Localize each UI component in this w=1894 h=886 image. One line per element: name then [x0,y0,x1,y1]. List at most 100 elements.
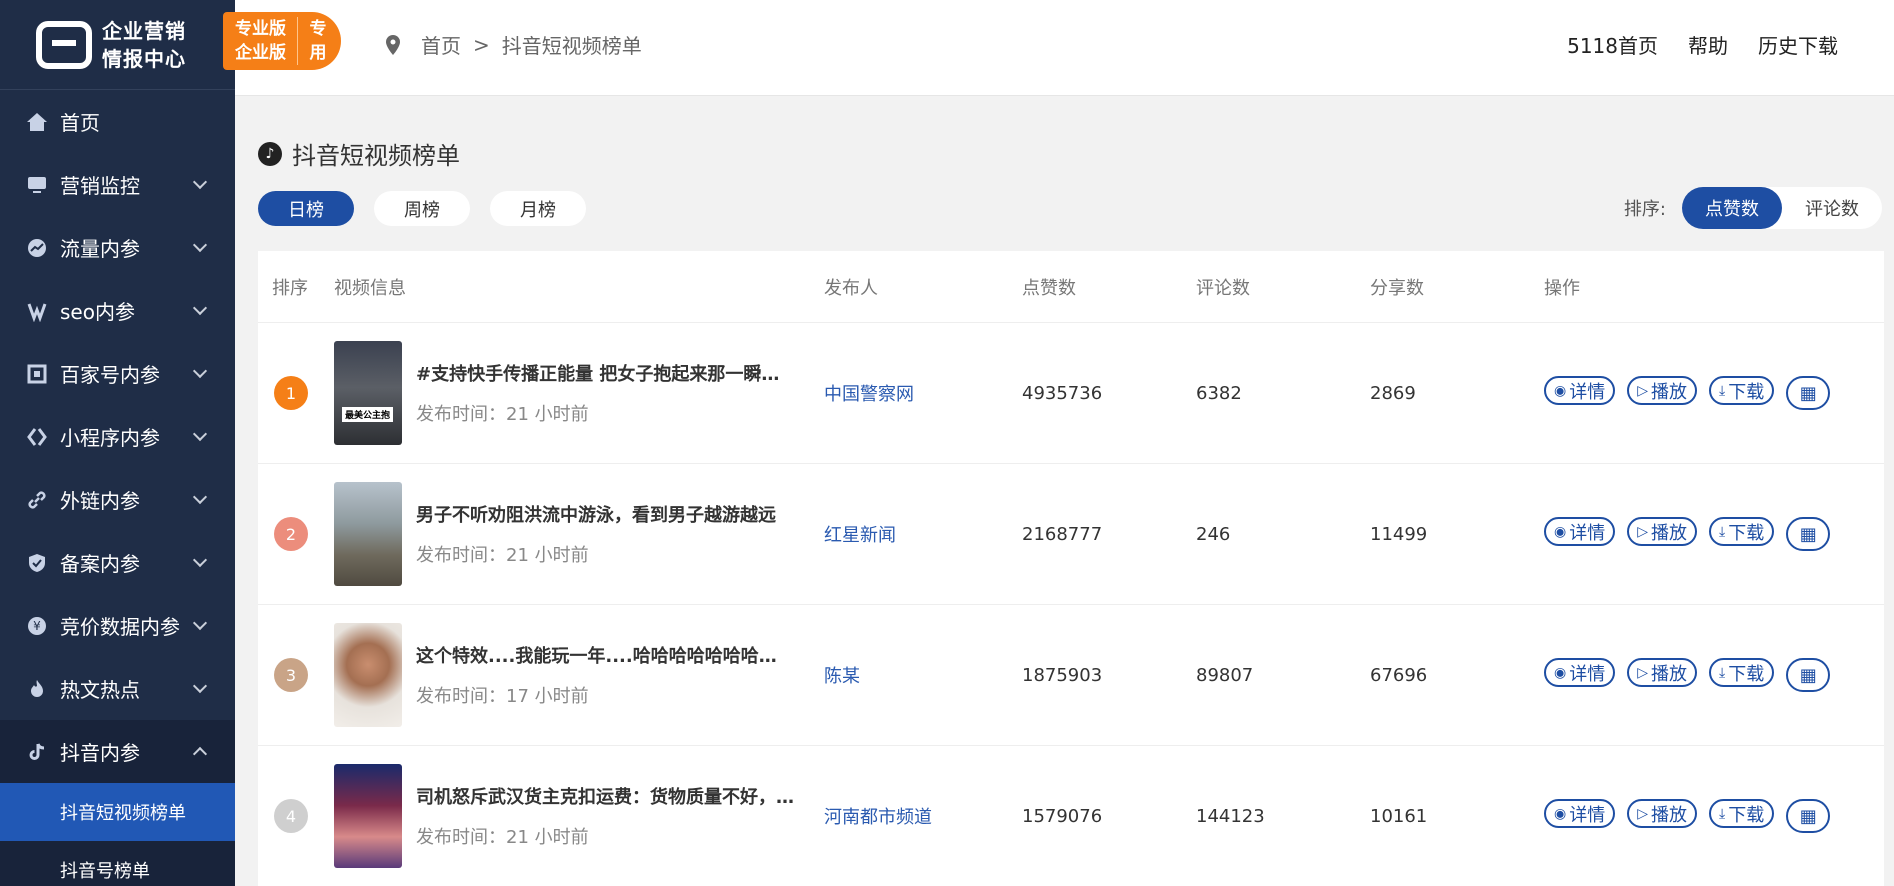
shield-icon [24,550,50,576]
download-icon: ⤓ [1719,664,1726,681]
sidebar-subitem-douyin-account-rank[interactable]: 抖音号榜单 [0,841,235,886]
home-icon [24,109,50,135]
video-thumbnail[interactable] [334,764,402,868]
play-button[interactable]: ▷ 播放 [1627,799,1697,828]
qrcode-button[interactable]: ▦ [1786,376,1831,410]
publisher-link[interactable]: 中国警察网 [824,384,914,405]
rank-badge: 3 [274,658,308,692]
row-actions: ◉ 详情 ▷ 播放 ⤓ 下载 ▦ [1544,517,1884,551]
link-help[interactable]: 帮助 [1688,30,1728,59]
ranking-table: 排序 视频信息 发布人 点赞数 评论数 分享数 操作 1 最美公主抱 #支持快手… [258,251,1884,886]
logo-icon [36,20,92,69]
fire-icon [24,676,50,702]
sidebar-item-label: 竞价数据内参 [60,615,180,639]
sort-by-comments[interactable]: 评论数 [1782,187,1882,229]
row-actions: ◉ 详情 ▷ 播放 ⤓ 下载 ▦ [1544,658,1884,692]
link-5118-home[interactable]: 5118首页 [1567,30,1658,59]
breadcrumb-separator: > [473,32,490,57]
video-title[interactable]: #支持快手传播正能量 把女子抱起来那一瞬间，全场欢呼 [416,360,794,386]
detail-button[interactable]: ◉ 详情 [1544,376,1616,405]
sidebar-item-miniapp[interactable]: 小程序内参 [0,405,235,468]
trend-icon [24,235,50,261]
sidebar-item-seo[interactable]: seo内参 [0,279,235,342]
publisher-link[interactable]: 河南都市频道 [824,807,932,828]
play-icon: ▷ [1637,805,1648,822]
brand-logo[interactable]: 企业营销 情报中心 [0,0,235,90]
sidebar-item-home[interactable]: 首页 [0,90,235,153]
tab-daily[interactable]: 日榜 [258,191,354,226]
col-publisher: 发布人 [824,277,878,299]
video-thumbnail[interactable]: 最美公主抱 [334,341,402,445]
video-title[interactable]: 男子不听劝阻洪流中游泳，看到男子越游越远 [416,501,794,527]
video-title[interactable]: 司机怒斥武汉货主克扣运费：货物质量不好，却扣我的钱 [416,783,794,809]
video-thumbnail[interactable] [334,482,402,586]
shares-count: 67696 [1370,664,1428,686]
col-video-info: 视频信息 [334,277,406,299]
baijiahao-icon [24,361,50,387]
douyin-icon [24,739,50,765]
play-icon: ▷ [1637,664,1648,681]
comments-count: 6382 [1196,382,1242,404]
qrcode-button[interactable]: ▦ [1786,799,1831,833]
breadcrumb-home[interactable]: 首页 [421,30,461,59]
edition-badge[interactable]: 专业版 企业版 专 用 [223,12,341,70]
video-thumbnail[interactable] [334,623,402,727]
breadcrumb: 首页 > 抖音短视频榜单 [385,30,642,59]
play-button[interactable]: ▷ 播放 [1627,658,1697,687]
row-actions: ◉ 详情 ▷ 播放 ⤓ 下载 ▦ [1544,376,1884,410]
col-shares: 分享数 [1370,277,1424,299]
sidebar-item-icp[interactable]: 备案内参 [0,531,235,594]
publisher-link[interactable]: 陈某 [824,666,860,687]
download-button[interactable]: ⤓ 下载 [1709,799,1775,828]
publisher-link[interactable]: 红星新闻 [824,525,896,546]
video-title[interactable]: 这个特效....我能玩一年....哈哈哈哈哈哈哈哈哈 [416,642,794,668]
comments-count: 144123 [1196,805,1265,827]
rank-badge: 4 [274,799,308,833]
sidebar-subitem-douyin-video-rank[interactable]: 抖音短视频榜单 [0,783,235,841]
col-likes: 点赞数 [1022,277,1076,299]
sidebar-item-bidding[interactable]: ¥ 竞价数据内参 [0,594,235,657]
sidebar-item-traffic[interactable]: 流量内参 [0,216,235,279]
top-header: 首页 > 抖音短视频榜单 5118首页 帮助 历史下载 [235,0,1894,96]
sidebar-item-label: 流量内参 [60,237,140,261]
sidebar-item-douyin[interactable]: 抖音内参 [0,720,235,783]
qrcode-icon: ▦ [1799,805,1817,827]
page-title: ♪ 抖音短视频榜单 [258,136,460,171]
detail-button[interactable]: ◉ 详情 [1544,658,1616,687]
download-icon: ⤓ [1719,382,1726,399]
download-button[interactable]: ⤓ 下载 [1709,376,1775,405]
likes-count: 4935736 [1022,382,1103,404]
sidebar-item-baijiahao[interactable]: 百家号内参 [0,342,235,405]
play-button[interactable]: ▷ 播放 [1627,517,1697,546]
shares-count: 10161 [1370,805,1428,827]
comments-count: 89807 [1196,664,1254,686]
col-actions: 操作 [1544,277,1580,299]
sort-label: 排序: [1623,199,1666,220]
period-tabs: 日榜 周榜 月榜 [258,191,586,226]
sort-by-likes[interactable]: 点赞数 [1682,187,1782,229]
sidebar-item-marketing-monitor[interactable]: 营销监控 [0,153,235,216]
tab-weekly[interactable]: 周榜 [374,191,470,226]
detail-button[interactable]: ◉ 详情 [1544,517,1616,546]
sidebar-item-label: 小程序内参 [60,426,160,450]
sidebar-item-backlinks[interactable]: 外链内参 [0,468,235,531]
qrcode-button[interactable]: ▦ [1786,658,1831,692]
qrcode-icon: ▦ [1799,664,1817,686]
download-icon: ⤓ [1719,523,1726,540]
download-button[interactable]: ⤓ 下载 [1709,517,1775,546]
table-row: 2 男子不听劝阻洪流中游泳，看到男子越游越远 发布时间：21 小时前 红星新闻 … [258,464,1884,605]
link-history-download[interactable]: 历史下载 [1758,30,1838,59]
detail-button[interactable]: ◉ 详情 [1544,799,1616,828]
qrcode-button[interactable]: ▦ [1786,517,1831,551]
tab-monthly[interactable]: 月榜 [490,191,586,226]
download-button[interactable]: ⤓ 下载 [1709,658,1775,687]
sidebar-subitem-label: 抖音短视频榜单 [60,803,186,824]
shares-count: 2869 [1370,382,1416,404]
link-icon [24,487,50,513]
seo-icon [24,298,50,324]
page-title-text: 抖音短视频榜单 [292,142,460,170]
publish-time: 发布时间：21 小时前 [416,545,589,566]
play-button[interactable]: ▷ 播放 [1627,376,1697,405]
sidebar-item-hot-articles[interactable]: 热文热点 [0,657,235,720]
sort-control: 排序: 点赞数 评论数 [1624,187,1882,229]
